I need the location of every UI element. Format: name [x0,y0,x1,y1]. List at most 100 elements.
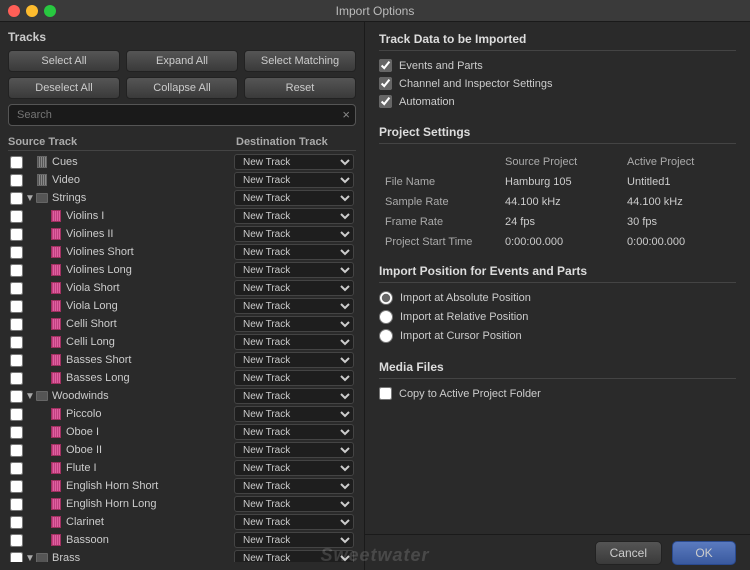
project-table-row: Project Start Time0:00:00.0000:00:00.000 [379,232,736,252]
track-data-checkbox[interactable] [379,77,392,90]
track-type-icon [35,191,49,205]
project-row-label: Sample Rate [379,192,499,212]
select-all-button[interactable]: Select All [8,50,120,72]
import-position-radio[interactable] [379,329,393,343]
track-type-icon [35,155,49,169]
track-checkbox[interactable] [10,390,23,403]
track-dest-select[interactable]: New Track [234,190,354,206]
import-position-radio-label: Import at Cursor Position [400,330,522,342]
track-type-icon [49,299,63,313]
track-checkbox[interactable] [10,336,23,349]
minimize-button[interactable] [26,5,38,17]
track-checkbox[interactable] [10,300,23,313]
track-dest-select[interactable]: New Track [234,496,354,512]
track-dest-select[interactable]: New Track [234,550,354,562]
expand-icon[interactable]: ▼ [25,553,35,563]
track-type-icon [35,551,49,562]
track-checkbox[interactable] [10,318,23,331]
track-checkbox[interactable] [10,552,23,563]
track-checkbox[interactable] [10,498,23,511]
track-dest-select[interactable]: New Track [234,316,354,332]
track-checkbox[interactable] [10,516,23,529]
track-checkbox[interactable] [10,246,23,259]
track-checkbox[interactable] [10,156,23,169]
track-dest-select[interactable]: New Track [234,172,354,188]
project-row-active: 0:00:00.000 [621,232,736,252]
track-checkbox[interactable] [10,444,23,457]
track-type-icon [49,209,63,223]
track-checkbox[interactable] [10,480,23,493]
track-dest-select[interactable]: New Track [234,352,354,368]
track-name: Basses Short [66,354,234,366]
window-controls[interactable] [8,5,56,17]
track-checkbox[interactable] [10,174,23,187]
track-name: Clarinet [66,516,234,528]
track-checkbox[interactable] [10,192,23,205]
track-dest-select[interactable]: New Track [234,532,354,548]
track-checkbox[interactable] [10,372,23,385]
track-dest-select[interactable]: New Track [234,154,354,170]
track-dest-select[interactable]: New Track [234,442,354,458]
search-clear-icon[interactable]: × [342,108,350,121]
track-checkbox[interactable] [10,354,23,367]
track-checkbox[interactable] [10,228,23,241]
track-dest-select[interactable]: New Track [234,334,354,350]
track-type-icon [49,515,63,529]
track-name: English Horn Long [66,498,234,510]
track-dest-select[interactable]: New Track [234,298,354,314]
expand-all-button[interactable]: Expand All [126,50,238,72]
track-dest-select[interactable]: New Track [234,460,354,476]
maximize-button[interactable] [44,5,56,17]
track-name: Oboe II [66,444,234,456]
track-dest-select[interactable]: New Track [234,514,354,530]
track-list: CuesNew TrackVideoNew Track▼StringsNew T… [8,153,356,562]
track-data-checkbox-row: Channel and Inspector Settings [379,77,736,90]
select-matching-button[interactable]: Select Matching [244,50,356,72]
track-dest-select[interactable]: New Track [234,370,354,386]
track-name: Bassoon [66,534,234,546]
track-checkbox[interactable] [10,426,23,439]
track-checkbox[interactable] [10,408,23,421]
expand-icon[interactable]: ▼ [25,193,35,204]
import-position-radio[interactable] [379,291,393,305]
track-type-icon [49,335,63,349]
ok-button[interactable]: OK [672,541,736,565]
track-checkbox[interactable] [10,210,23,223]
track-name: Viola Short [66,282,234,294]
track-row: English Horn ShortNew Track [8,477,356,495]
track-name: Violines Short [66,246,234,258]
track-checkbox[interactable] [10,462,23,475]
close-button[interactable] [8,5,20,17]
import-position-radio-row: Import at Absolute Position [379,291,736,305]
track-checkbox[interactable] [10,534,23,547]
track-dest-select[interactable]: New Track [234,424,354,440]
media-checkbox[interactable] [379,387,392,400]
project-table-row: Sample Rate44.100 kHz44.100 kHz [379,192,736,212]
track-dest-select[interactable]: New Track [234,208,354,224]
track-dest-select[interactable]: New Track [234,406,354,422]
project-row-active: Untitled1 [621,172,736,192]
reset-button[interactable]: Reset [244,77,356,99]
track-dest-select[interactable]: New Track [234,280,354,296]
track-checkbox[interactable] [10,282,23,295]
track-type-icon [49,371,63,385]
track-dest-select[interactable]: New Track [234,262,354,278]
media-files-title: Media Files [379,360,736,379]
cancel-button[interactable]: Cancel [595,541,662,565]
track-data-checkbox[interactable] [379,95,392,108]
search-input[interactable] [8,104,356,126]
track-dest-select[interactable]: New Track [234,226,354,242]
collapse-all-button[interactable]: Collapse All [126,77,238,99]
track-checkbox[interactable] [10,264,23,277]
track-type-icon [49,227,63,241]
track-name: Viola Long [66,300,234,312]
track-row: Violines ShortNew Track [8,243,356,261]
deselect-all-button[interactable]: Deselect All [8,77,120,99]
import-position-radio[interactable] [379,310,393,324]
track-data-checkbox[interactable] [379,59,392,72]
track-dest-select[interactable]: New Track [234,388,354,404]
track-data-checkbox-row: Events and Parts [379,59,736,72]
expand-icon[interactable]: ▼ [25,391,35,402]
track-dest-select[interactable]: New Track [234,478,354,494]
track-dest-select[interactable]: New Track [234,244,354,260]
